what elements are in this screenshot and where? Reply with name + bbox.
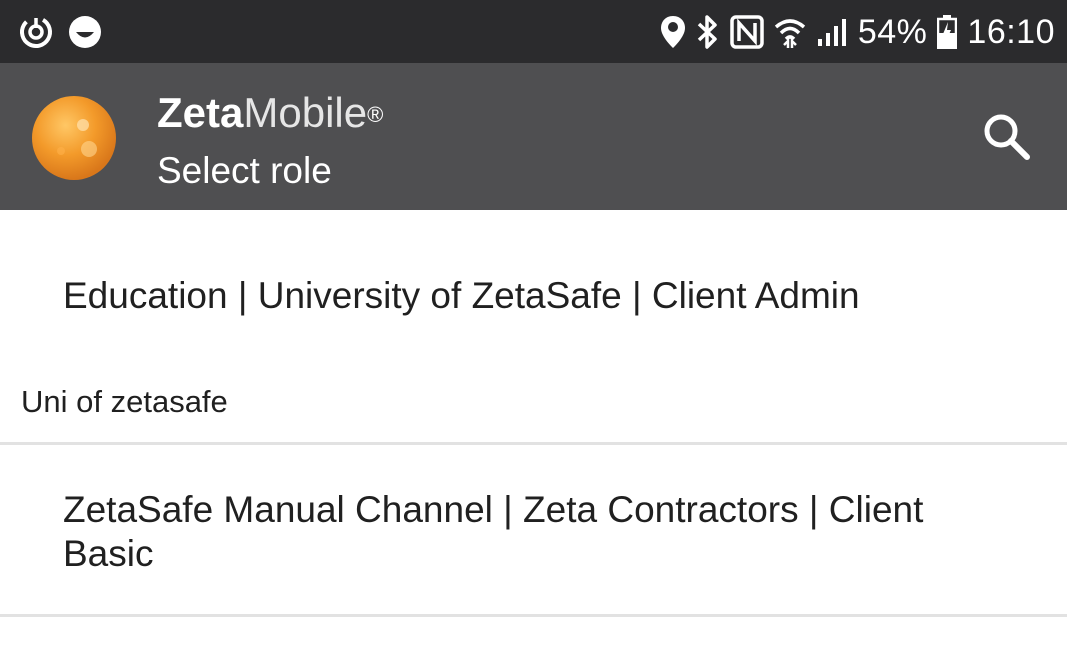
status-bar: 54% 16:10 [0, 0, 1067, 63]
location-pin-icon [660, 15, 686, 49]
page-title: Select role [157, 150, 332, 191]
signal-icon [816, 17, 848, 47]
smile-icon [68, 15, 102, 49]
brand-light: Mobile [243, 89, 368, 136]
brand-trademark: ® [367, 102, 384, 127]
role-list: Education | University of ZetaSafe | Cli… [0, 210, 1067, 618]
wifi-icon [774, 15, 806, 49]
search-icon [984, 114, 1030, 160]
role-label: Education | University of ZetaSafe | Cli… [63, 275, 860, 316]
status-left-icons [18, 13, 102, 51]
search-button[interactable] [981, 111, 1033, 163]
app-bar: ZetaMobile® Select role [0, 63, 1067, 210]
app-brand: ZetaMobile® [157, 89, 383, 137]
brand-bold: Zeta [157, 89, 244, 136]
divider [0, 614, 1067, 617]
role-item[interactable]: ZetaSafe Manual Channel | Zeta Contracto… [0, 446, 1067, 618]
role-item[interactable]: Education | University of ZetaSafe | Cli… [0, 210, 1067, 446]
role-subtitle: Uni of zetasafe [21, 384, 228, 419]
nfc-icon [730, 15, 764, 49]
zeta-logo-icon [31, 95, 117, 181]
battery-percent: 54% [857, 12, 928, 51]
power-saving-icon [18, 14, 54, 50]
battery-icon [937, 15, 958, 49]
status-right-icons: 54% 16:10 [660, 10, 1055, 54]
divider [0, 442, 1067, 445]
bluetooth-icon [696, 14, 720, 50]
role-label: ZetaSafe Manual Channel | Zeta Contracto… [63, 489, 924, 574]
clock-time: 16:10 [967, 12, 1055, 51]
